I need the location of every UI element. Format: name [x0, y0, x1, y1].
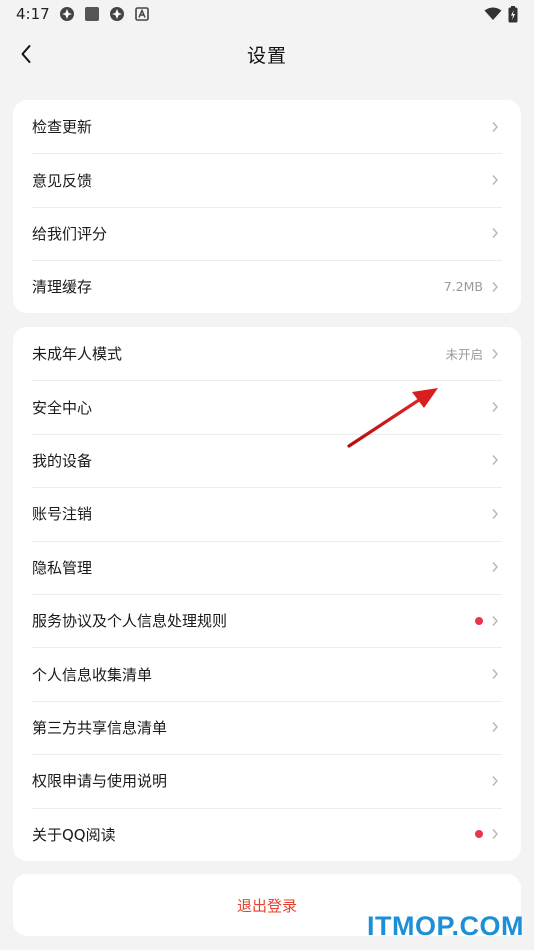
row-label: 我的设备 [32, 451, 93, 470]
unread-dot [475, 830, 483, 839]
chevron-right-icon [492, 281, 498, 292]
row-label: 账号注销 [32, 505, 93, 524]
row-right [491, 721, 499, 733]
watermark-logo: ITMOP.COM [366, 911, 524, 941]
row-right [491, 668, 499, 680]
back-button[interactable] [10, 38, 42, 70]
row-right [491, 401, 499, 413]
chevron-right-icon [492, 402, 498, 413]
row-label: 检查更新 [32, 118, 93, 137]
row-right [475, 615, 499, 627]
logout-label: 退出登录 [236, 896, 297, 915]
chevron-right-icon [492, 455, 498, 466]
chevron-right-icon [492, 508, 498, 519]
chevron-right-icon [492, 829, 498, 840]
wifi-icon [484, 7, 502, 20]
minor-mode-status: 未开启 [445, 347, 483, 363]
check-update-item[interactable]: 检查更新 [13, 100, 521, 153]
row-label: 未成年人模式 [32, 345, 123, 364]
row-right [491, 561, 499, 573]
feedback-item[interactable]: 意见反馈 [13, 153, 521, 206]
page-title: 设置 [246, 44, 287, 67]
rate-us-item[interactable]: 给我们评分 [13, 206, 521, 260]
status-bar: 4:17 [0, 0, 534, 28]
status-time: 4:17 [16, 5, 50, 23]
row-right [491, 121, 499, 133]
a-notification-icon [134, 7, 149, 21]
third-party-sharing-item[interactable]: 第三方共享信息清单 [13, 700, 521, 754]
row-label: 隐私管理 [32, 558, 93, 577]
settings-group-general: 检查更新 意见反馈 给我们评分 清理缓存 7.2MB [13, 100, 521, 313]
unread-dot [475, 616, 483, 625]
row-right [491, 775, 499, 787]
privacy-management-item[interactable]: 隐私管理 [13, 540, 521, 594]
row-right [491, 174, 499, 186]
row-label: 权限申请与使用说明 [32, 772, 168, 791]
nav-bar: 设置 [0, 28, 534, 80]
app-notification-icon [109, 7, 124, 21]
chevron-right-icon [492, 722, 498, 733]
row-label: 意见反馈 [32, 171, 93, 190]
chevron-right-icon [492, 175, 498, 186]
app-notification-icon [59, 7, 74, 21]
status-left: 4:17 [16, 5, 150, 23]
cache-size-value: 7.2MB [443, 279, 483, 295]
battery-icon [508, 5, 518, 22]
row-right: 未开启 [445, 344, 499, 363]
chevron-right-icon [492, 669, 498, 679]
row-right [475, 828, 499, 840]
chevron-right-icon [492, 228, 498, 239]
row-label: 第三方共享信息清单 [32, 718, 168, 737]
row-label: 清理缓存 [32, 278, 93, 297]
row-label: 给我们评分 [32, 224, 108, 243]
account-deletion-item[interactable]: 账号注销 [13, 487, 521, 540]
row-right: 7.2MB [444, 279, 499, 294]
chevron-right-icon [492, 348, 498, 359]
annotation-arrow-icon [347, 388, 438, 448]
chevron-right-icon [492, 775, 498, 786]
chevron-right-icon [492, 121, 498, 132]
row-label: 服务协议及个人信息处理规则 [32, 612, 228, 631]
row-right [491, 508, 499, 520]
chevron-right-icon [492, 562, 498, 573]
row-label: 安全中心 [32, 398, 93, 417]
row-right [491, 454, 499, 466]
row-right [491, 227, 499, 239]
square-notification-icon [84, 7, 99, 21]
row-label: 关于QQ阅读 [32, 825, 116, 844]
personal-info-list-item[interactable]: 个人信息收集清单 [13, 647, 521, 700]
minor-mode-item[interactable]: 未成年人模式 未开启 [13, 327, 521, 380]
status-right [484, 5, 518, 23]
chevron-right-icon [492, 615, 498, 626]
clear-cache-item[interactable]: 清理缓存 7.2MB [13, 260, 521, 313]
service-agreement-item[interactable]: 服务协议及个人信息处理规则 [13, 593, 521, 647]
chevron-left-icon [21, 45, 31, 63]
about-item[interactable]: 关于QQ阅读 [13, 807, 521, 861]
permissions-item[interactable]: 权限申请与使用说明 [13, 754, 521, 807]
row-label: 个人信息收集清单 [32, 665, 153, 684]
